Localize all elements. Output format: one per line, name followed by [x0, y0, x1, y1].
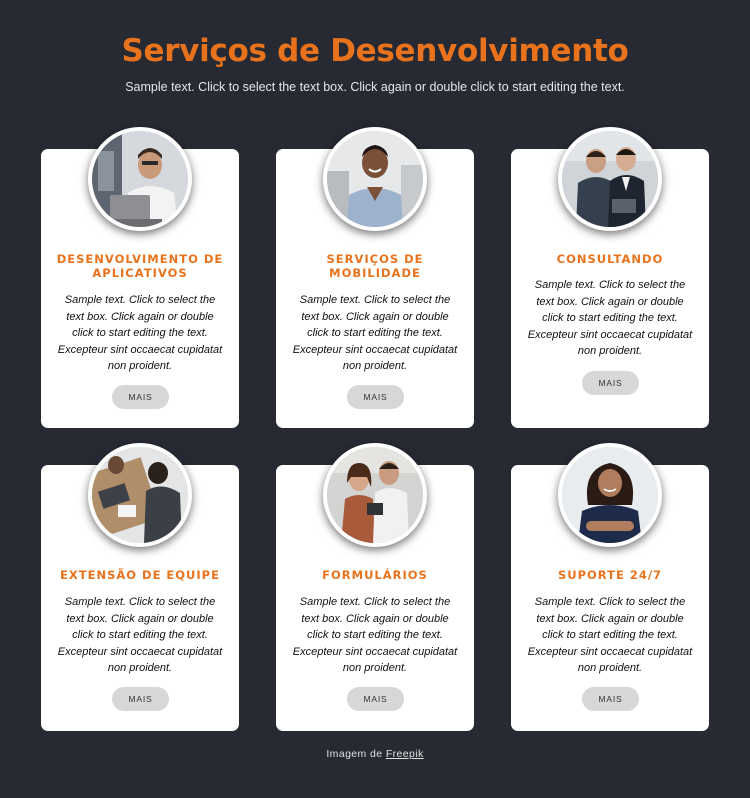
credit-prefix: Imagem de [326, 748, 383, 760]
photo-team-desk-overhead [92, 447, 188, 543]
service-card-forms: Formulários Sample text. Click to select… [276, 443, 474, 731]
card-photo [323, 127, 427, 231]
card-text: Sample text. Click to select the text bo… [57, 596, 223, 674]
service-card-app-development: Desenvolvimento de aplicativos Sample te… [41, 127, 239, 428]
more-button[interactable]: MAIS [112, 385, 169, 409]
photo-two-businessmen [562, 131, 658, 227]
card-text: Sample text. Click to select the text bo… [292, 294, 458, 372]
photo-woman-and-man-tablet [327, 447, 423, 543]
photo-woman-arms-crossed [562, 447, 658, 543]
card-text: Sample text. Click to select the text bo… [527, 279, 693, 357]
card-text: Sample text. Click to select the text bo… [527, 596, 693, 674]
more-button[interactable]: MAIS [347, 687, 404, 711]
more-button[interactable]: MAIS [582, 687, 639, 711]
card-title: Consultando [556, 252, 664, 266]
card-title: Suporte 24/7 [557, 568, 663, 582]
freepik-link[interactable]: Freepik [386, 748, 424, 760]
card-text: Sample text. Click to select the text bo… [57, 294, 223, 372]
card-text: Sample text. Click to select the text bo… [292, 596, 458, 674]
card-title: Serviços de mobilidade [326, 252, 424, 280]
image-credit: Imagem de Freepik [0, 748, 750, 760]
card-photo [88, 127, 192, 231]
more-button[interactable]: MAIS [112, 687, 169, 711]
service-card-mobility: Serviços de mobilidade Sample text. Clic… [276, 127, 474, 428]
card-photo [558, 127, 662, 231]
page-subtitle: Sample text. Click to select the text bo… [125, 80, 625, 94]
photo-man-laptop [92, 131, 188, 227]
service-card-consulting: Consultando Sample text. Click to select… [511, 127, 709, 428]
service-card-support: Suporte 24/7 Sample text. Click to selec… [511, 443, 709, 731]
card-photo [88, 443, 192, 547]
more-button[interactable]: MAIS [347, 385, 404, 409]
card-photo [323, 443, 427, 547]
card-photo [558, 443, 662, 547]
card-title: Extensão de equipe [60, 568, 220, 582]
service-card-team-extension: Extensão de equipe Sample text. Click to… [41, 443, 239, 731]
card-title: Formulários [322, 568, 428, 582]
page-title: Serviços de Desenvolvimento [121, 33, 629, 69]
more-button[interactable]: MAIS [582, 371, 639, 395]
card-title: Desenvolvimento de aplicativos [56, 252, 224, 280]
photo-smiling-man [327, 131, 423, 227]
